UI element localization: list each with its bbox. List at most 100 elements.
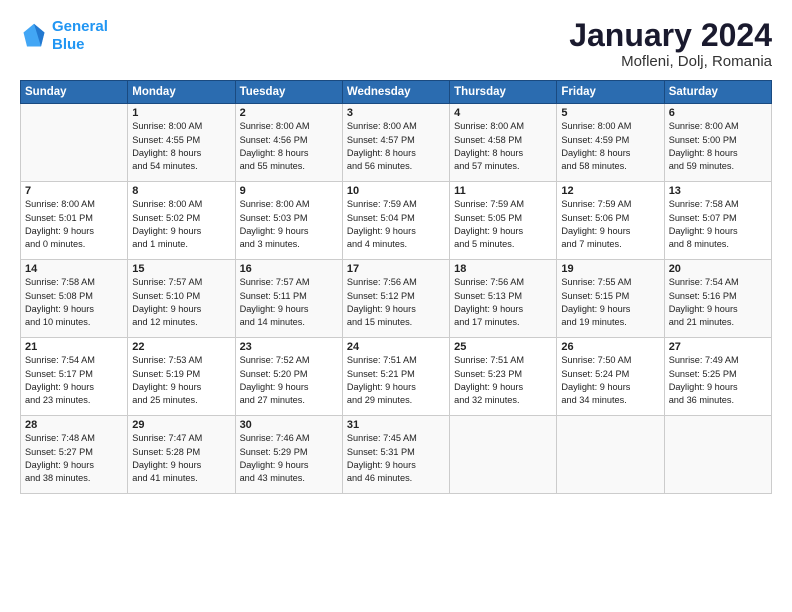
calendar-cell	[450, 416, 557, 494]
day-number: 2	[240, 107, 338, 119]
day-info: Sunrise: 8:00 AM Sunset: 4:57 PM Dayligh…	[347, 120, 445, 173]
day-number: 27	[669, 341, 767, 353]
calendar-cell: 24Sunrise: 7:51 AM Sunset: 5:21 PM Dayli…	[342, 338, 449, 416]
calendar-cell: 8Sunrise: 8:00 AM Sunset: 5:02 PM Daylig…	[128, 182, 235, 260]
day-number: 15	[132, 263, 230, 275]
logo-icon	[20, 22, 48, 50]
day-number: 20	[669, 263, 767, 275]
day-number: 12	[561, 185, 659, 197]
day-info: Sunrise: 8:00 AM Sunset: 4:56 PM Dayligh…	[240, 120, 338, 173]
day-info: Sunrise: 7:57 AM Sunset: 5:10 PM Dayligh…	[132, 276, 230, 329]
day-number: 19	[561, 263, 659, 275]
day-info: Sunrise: 8:00 AM Sunset: 5:01 PM Dayligh…	[25, 198, 123, 251]
day-info: Sunrise: 7:46 AM Sunset: 5:29 PM Dayligh…	[240, 432, 338, 485]
day-number: 30	[240, 419, 338, 431]
week-row-1: 1Sunrise: 8:00 AM Sunset: 4:55 PM Daylig…	[21, 104, 772, 182]
day-number: 28	[25, 419, 123, 431]
calendar-cell: 4Sunrise: 8:00 AM Sunset: 4:58 PM Daylig…	[450, 104, 557, 182]
calendar-cell: 22Sunrise: 7:53 AM Sunset: 5:19 PM Dayli…	[128, 338, 235, 416]
calendar-cell: 11Sunrise: 7:59 AM Sunset: 5:05 PM Dayli…	[450, 182, 557, 260]
calendar-cell: 17Sunrise: 7:56 AM Sunset: 5:12 PM Dayli…	[342, 260, 449, 338]
calendar-cell: 21Sunrise: 7:54 AM Sunset: 5:17 PM Dayli…	[21, 338, 128, 416]
day-info: Sunrise: 7:55 AM Sunset: 5:15 PM Dayligh…	[561, 276, 659, 329]
day-number: 14	[25, 263, 123, 275]
calendar-cell: 27Sunrise: 7:49 AM Sunset: 5:25 PM Dayli…	[664, 338, 771, 416]
calendar-cell: 19Sunrise: 7:55 AM Sunset: 5:15 PM Dayli…	[557, 260, 664, 338]
day-info: Sunrise: 7:48 AM Sunset: 5:27 PM Dayligh…	[25, 432, 123, 485]
calendar-cell: 15Sunrise: 7:57 AM Sunset: 5:10 PM Dayli…	[128, 260, 235, 338]
week-row-3: 14Sunrise: 7:58 AM Sunset: 5:08 PM Dayli…	[21, 260, 772, 338]
day-number: 17	[347, 263, 445, 275]
week-row-4: 21Sunrise: 7:54 AM Sunset: 5:17 PM Dayli…	[21, 338, 772, 416]
calendar-cell: 10Sunrise: 7:59 AM Sunset: 5:04 PM Dayli…	[342, 182, 449, 260]
logo: General Blue	[20, 18, 108, 54]
day-number: 29	[132, 419, 230, 431]
calendar-cell: 18Sunrise: 7:56 AM Sunset: 5:13 PM Dayli…	[450, 260, 557, 338]
logo-general: General	[52, 18, 108, 35]
day-info: Sunrise: 7:59 AM Sunset: 5:05 PM Dayligh…	[454, 198, 552, 251]
day-info: Sunrise: 8:00 AM Sunset: 5:03 PM Dayligh…	[240, 198, 338, 251]
day-info: Sunrise: 7:59 AM Sunset: 5:06 PM Dayligh…	[561, 198, 659, 251]
weekday-header-tuesday: Tuesday	[235, 81, 342, 104]
calendar-cell: 28Sunrise: 7:48 AM Sunset: 5:27 PM Dayli…	[21, 416, 128, 494]
day-number: 31	[347, 419, 445, 431]
day-number: 22	[132, 341, 230, 353]
day-number: 4	[454, 107, 552, 119]
day-number: 3	[347, 107, 445, 119]
day-info: Sunrise: 7:53 AM Sunset: 5:19 PM Dayligh…	[132, 354, 230, 407]
calendar-cell: 6Sunrise: 8:00 AM Sunset: 5:00 PM Daylig…	[664, 104, 771, 182]
day-number: 10	[347, 185, 445, 197]
day-info: Sunrise: 8:00 AM Sunset: 5:02 PM Dayligh…	[132, 198, 230, 251]
calendar-cell: 2Sunrise: 8:00 AM Sunset: 4:56 PM Daylig…	[235, 104, 342, 182]
calendar-table: SundayMondayTuesdayWednesdayThursdayFrid…	[20, 80, 772, 494]
day-number: 6	[669, 107, 767, 119]
calendar-cell	[557, 416, 664, 494]
calendar-cell: 14Sunrise: 7:58 AM Sunset: 5:08 PM Dayli…	[21, 260, 128, 338]
day-number: 9	[240, 185, 338, 197]
day-number: 26	[561, 341, 659, 353]
day-info: Sunrise: 7:51 AM Sunset: 5:21 PM Dayligh…	[347, 354, 445, 407]
day-number: 8	[132, 185, 230, 197]
calendar-cell: 13Sunrise: 7:58 AM Sunset: 5:07 PM Dayli…	[664, 182, 771, 260]
logo-blue: Blue	[52, 36, 85, 53]
week-row-5: 28Sunrise: 7:48 AM Sunset: 5:27 PM Dayli…	[21, 416, 772, 494]
day-info: Sunrise: 7:47 AM Sunset: 5:28 PM Dayligh…	[132, 432, 230, 485]
day-info: Sunrise: 7:54 AM Sunset: 5:16 PM Dayligh…	[669, 276, 767, 329]
day-number: 18	[454, 263, 552, 275]
day-info: Sunrise: 8:00 AM Sunset: 4:59 PM Dayligh…	[561, 120, 659, 173]
day-number: 23	[240, 341, 338, 353]
day-info: Sunrise: 7:54 AM Sunset: 5:17 PM Dayligh…	[25, 354, 123, 407]
calendar-cell: 20Sunrise: 7:54 AM Sunset: 5:16 PM Dayli…	[664, 260, 771, 338]
calendar-cell: 31Sunrise: 7:45 AM Sunset: 5:31 PM Dayli…	[342, 416, 449, 494]
day-info: Sunrise: 7:45 AM Sunset: 5:31 PM Dayligh…	[347, 432, 445, 485]
calendar-cell: 25Sunrise: 7:51 AM Sunset: 5:23 PM Dayli…	[450, 338, 557, 416]
calendar-cell: 7Sunrise: 8:00 AM Sunset: 5:01 PM Daylig…	[21, 182, 128, 260]
weekday-header-wednesday: Wednesday	[342, 81, 449, 104]
day-number: 24	[347, 341, 445, 353]
week-row-2: 7Sunrise: 8:00 AM Sunset: 5:01 PM Daylig…	[21, 182, 772, 260]
day-info: Sunrise: 7:57 AM Sunset: 5:11 PM Dayligh…	[240, 276, 338, 329]
day-number: 16	[240, 263, 338, 275]
weekday-header-sunday: Sunday	[21, 81, 128, 104]
calendar-cell: 5Sunrise: 8:00 AM Sunset: 4:59 PM Daylig…	[557, 104, 664, 182]
weekday-header-friday: Friday	[557, 81, 664, 104]
header: General Blue January 2024 Mofleni, Dolj,…	[20, 18, 772, 70]
calendar-cell	[21, 104, 128, 182]
logo-text: General Blue	[52, 18, 108, 54]
day-number: 13	[669, 185, 767, 197]
calendar-cell	[664, 416, 771, 494]
weekday-header-row: SundayMondayTuesdayWednesdayThursdayFrid…	[21, 81, 772, 104]
day-info: Sunrise: 7:52 AM Sunset: 5:20 PM Dayligh…	[240, 354, 338, 407]
day-number: 21	[25, 341, 123, 353]
calendar-cell: 26Sunrise: 7:50 AM Sunset: 5:24 PM Dayli…	[557, 338, 664, 416]
calendar-cell: 12Sunrise: 7:59 AM Sunset: 5:06 PM Dayli…	[557, 182, 664, 260]
day-info: Sunrise: 7:56 AM Sunset: 5:13 PM Dayligh…	[454, 276, 552, 329]
day-number: 1	[132, 107, 230, 119]
day-info: Sunrise: 8:00 AM Sunset: 4:55 PM Dayligh…	[132, 120, 230, 173]
day-number: 5	[561, 107, 659, 119]
month-title: January 2024	[569, 18, 772, 53]
weekday-header-monday: Monday	[128, 81, 235, 104]
day-info: Sunrise: 7:58 AM Sunset: 5:08 PM Dayligh…	[25, 276, 123, 329]
calendar-cell: 1Sunrise: 8:00 AM Sunset: 4:55 PM Daylig…	[128, 104, 235, 182]
day-info: Sunrise: 7:59 AM Sunset: 5:04 PM Dayligh…	[347, 198, 445, 251]
